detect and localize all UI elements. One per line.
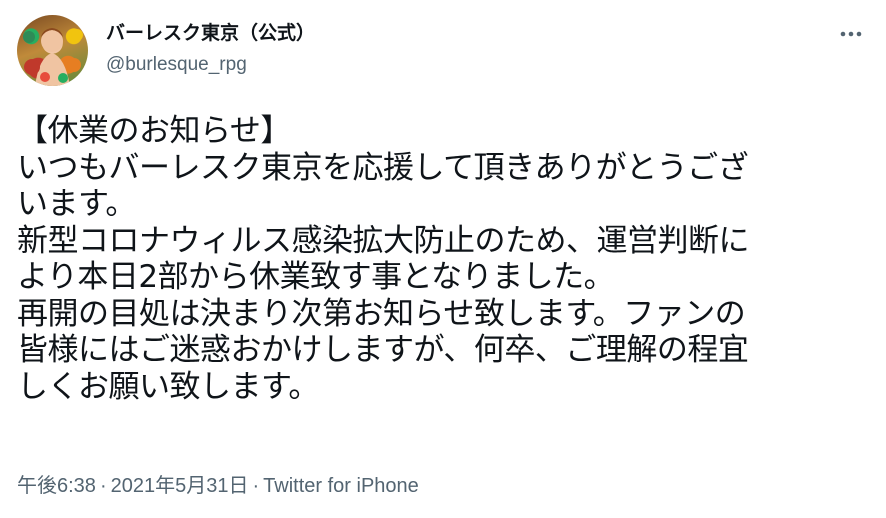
more-horizontal-icon	[840, 31, 862, 37]
tweet-text-line: 皆様にはご迷惑おかけしますが、何卒、ご理解の程宜	[17, 332, 749, 368]
tweet-text-line: いつもバーレスク東京を応援して頂きありがとうござ	[17, 149, 749, 186]
tweet-text-line: 新型コロナウィルス感染拡大防止のため、運営判断に	[17, 222, 750, 259]
tweet-text-line: 【休業のお知らせ】	[17, 113, 291, 149]
tweet-text-line: 再開の目処は決まり次第お知らせ致します。ファンの	[17, 295, 746, 332]
tweet-text-line: しくお願い致します。	[17, 368, 319, 405]
avatar[interactable]	[17, 15, 88, 86]
tweet-text-line: います。	[17, 186, 136, 222]
tweet-source-link[interactable]: Twitter for iPhone	[263, 475, 419, 497]
more-options-button[interactable]	[834, 22, 868, 46]
tweet-time: 午後6:38	[17, 475, 96, 497]
author-handle[interactable]: @burlesque_rpg	[106, 53, 247, 77]
tweet: バーレスク東京（公式） @burlesque_rpg 【休業のお知らせ】 いつも…	[0, 0, 886, 518]
avatar-image	[23, 28, 83, 86]
tweet-date: 2021年5月31日	[110, 475, 249, 497]
meta-separator: ·	[99, 475, 107, 497]
author-display-name[interactable]: バーレスク東京（公式）	[106, 21, 315, 45]
tweet-time-link[interactable]: 午後6:38 · 2021年5月31日	[17, 475, 248, 497]
tweet-text: 【休業のお知らせ】 いつもバーレスク東京を応援して頂きありがとうござ います。 …	[17, 113, 877, 405]
meta-separator: ·	[252, 475, 260, 497]
tweet-meta: 午後6:38 · 2021年5月31日 · Twitter for iPhone	[17, 473, 419, 499]
tweet-text-line: より本日2部から休業致す事となりました。	[17, 259, 615, 295]
